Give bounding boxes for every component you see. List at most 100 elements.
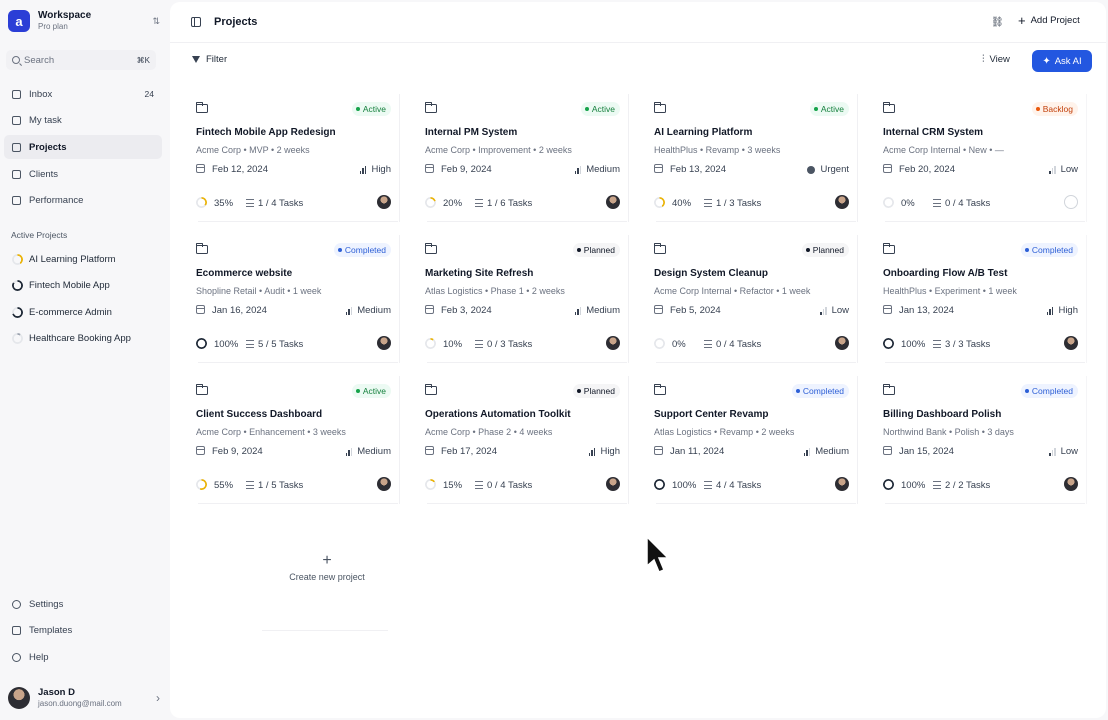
assignee-avatar[interactable] (377, 195, 391, 209)
status-dot (355, 389, 360, 393)
workspace-switcher[interactable]: a Workspace Pro plan ⇅ (8, 7, 160, 35)
filter-button[interactable]: Filter (192, 54, 227, 65)
view-button[interactable]: ⫶ View (982, 54, 1010, 65)
project-title: AI Learning Platform (654, 127, 753, 138)
priority-label: Low (1060, 164, 1078, 175)
active-project-item[interactable]: AI Learning Platform (4, 246, 162, 273)
active-project-item[interactable]: E-commerce Admin (4, 299, 162, 326)
sidebar-item-projects[interactable]: Projects (4, 135, 162, 160)
progress-ring-icon (654, 338, 665, 349)
priority-label: Low (1060, 446, 1078, 457)
create-new-divider (262, 630, 388, 631)
assignee-avatar[interactable] (1064, 477, 1078, 491)
assignee-avatar[interactable] (835, 477, 849, 491)
calendar-icon (196, 446, 205, 455)
status-label: Completed (1031, 245, 1073, 255)
sidebar-item-my-task[interactable]: My task (4, 109, 162, 133)
status-dot (584, 107, 589, 111)
assignee-avatar[interactable] (835, 195, 849, 209)
status-dot (813, 107, 818, 111)
sidebar-item-inbox[interactable]: Inbox 24 (4, 82, 162, 106)
project-card[interactable]: Planned Operations Automation Toolkit Acme… (417, 376, 629, 504)
card-divider (427, 503, 627, 504)
priority-bars-icon (1046, 306, 1054, 315)
sidebar-item-templates[interactable]: Templates (4, 619, 162, 643)
sidebar-item-help[interactable]: Help (4, 645, 162, 669)
sidebar-item-label: Clients (29, 168, 59, 180)
active-project-item[interactable]: Healthcare Booking App (4, 326, 162, 353)
priority-label: Medium (357, 446, 391, 457)
project-due-date: Feb 20, 2024 (899, 164, 955, 175)
user-profile[interactable]: Jason D jason.duong@mail.com › (8, 684, 160, 712)
priority-bars-icon (574, 306, 582, 315)
user-name: Jason D (38, 687, 75, 698)
task-count: 0 / 4 Tasks (487, 480, 533, 491)
sidebar-item-settings[interactable]: Settings (4, 592, 162, 616)
chevron-updown-icon: ⇅ (152, 15, 160, 26)
project-card[interactable]: Completed Ecommerce website Shopline Retai… (188, 235, 400, 363)
priority-bars-icon (574, 165, 582, 174)
sidebar-toggle-icon[interactable] (191, 17, 201, 27)
project-meta: Acme Corp • Improvement • 2 weeks (425, 145, 572, 155)
search-input[interactable]: Search ⌘K (6, 50, 156, 70)
assignee-avatar[interactable] (606, 477, 620, 491)
inbox-icon (12, 89, 21, 99)
project-card[interactable]: Active Client Success Dashboard Acme Corp … (188, 376, 400, 504)
gear-icon (12, 599, 21, 609)
progress-percent: 100% (672, 480, 697, 491)
workspace-name: Workspace (38, 10, 92, 21)
project-card[interactable]: Active Fintech Mobile App Redesign Acme Co… (188, 94, 400, 222)
progress-ring-icon (883, 197, 894, 208)
project-card[interactable]: Completed Support Center Revamp Atlas Logi… (646, 376, 858, 504)
folder-icon (882, 102, 895, 113)
primary-nav: Inbox 24 My task Projects Clients Performance (4, 82, 162, 215)
project-card[interactable]: Planned Marketing Site Refresh Atlas Logis… (417, 235, 629, 363)
page-title: Projects (214, 16, 258, 28)
assignee-avatar[interactable] (606, 336, 620, 350)
status-badge: Completed (333, 243, 391, 257)
assignee-avatar[interactable] (1064, 336, 1078, 350)
unassigned-user-icon[interactable] (1064, 195, 1078, 209)
progress-ring-icon (12, 306, 23, 318)
priority-indicator: Medium (345, 305, 391, 316)
assignee-avatar[interactable] (377, 477, 391, 491)
progress-percent: 0% (901, 198, 915, 209)
assignee-avatar[interactable] (835, 336, 849, 350)
project-title: Fintech Mobile App Redesign (196, 127, 336, 138)
project-title: Billing Dashboard Polish (883, 409, 1002, 420)
card-divider (656, 221, 856, 222)
task-count: 1 / 4 Tasks (258, 198, 304, 209)
project-card[interactable]: Completed Billing Dashboard Polish Northwi… (875, 376, 1087, 504)
assignee-avatar[interactable] (606, 195, 620, 209)
assignee-avatar[interactable] (377, 336, 391, 350)
tasks-icon (933, 481, 941, 489)
card-divider (656, 503, 856, 504)
progress-ring-icon (12, 280, 23, 292)
card-divider (198, 503, 398, 504)
progress-ring-icon (654, 479, 665, 490)
project-card[interactable]: Backlog Internal CRM System Acme Corp Inte… (875, 94, 1087, 222)
chart-icon (12, 196, 21, 206)
active-project-item[interactable]: Fintech Mobile App (4, 273, 162, 300)
create-new-project-button[interactable]: + Create new project (252, 552, 402, 582)
folder-icon (424, 243, 437, 254)
project-meta: Atlas Logistics • Phase 1 • 2 weeks (425, 286, 565, 296)
status-badge: Completed (1020, 243, 1078, 257)
card-divider (198, 362, 398, 363)
status-label: Active (362, 386, 386, 396)
sidebar-item-clients[interactable]: Clients (4, 162, 162, 186)
project-card[interactable]: Active AI Learning Platform HealthPlus • R… (646, 94, 858, 222)
sidebar-item-label: Templates (29, 625, 73, 636)
priority-label: Medium (586, 305, 620, 316)
workspace-plan: Pro plan (38, 22, 68, 31)
project-card[interactable]: Planned Design System Cleanup Acme Corp In… (646, 235, 858, 363)
ask-ai-button[interactable]: ✦ Ask AI (1032, 50, 1092, 72)
link-icon[interactable]: ⛓ (991, 17, 1004, 28)
project-card[interactable]: Completed Onboarding Flow A/B Test HealthP… (875, 235, 1087, 363)
add-project-button[interactable]: + Add Project (1018, 14, 1080, 27)
topbar: Projects ⛓ + Add Project (170, 2, 1106, 42)
progress-ring-icon (196, 479, 207, 490)
sidebar-item-performance[interactable]: Performance (4, 189, 162, 213)
project-card[interactable]: Active Internal PM System Acme Corp • Impr… (417, 94, 629, 222)
project-title: Operations Automation Toolkit (425, 409, 571, 420)
